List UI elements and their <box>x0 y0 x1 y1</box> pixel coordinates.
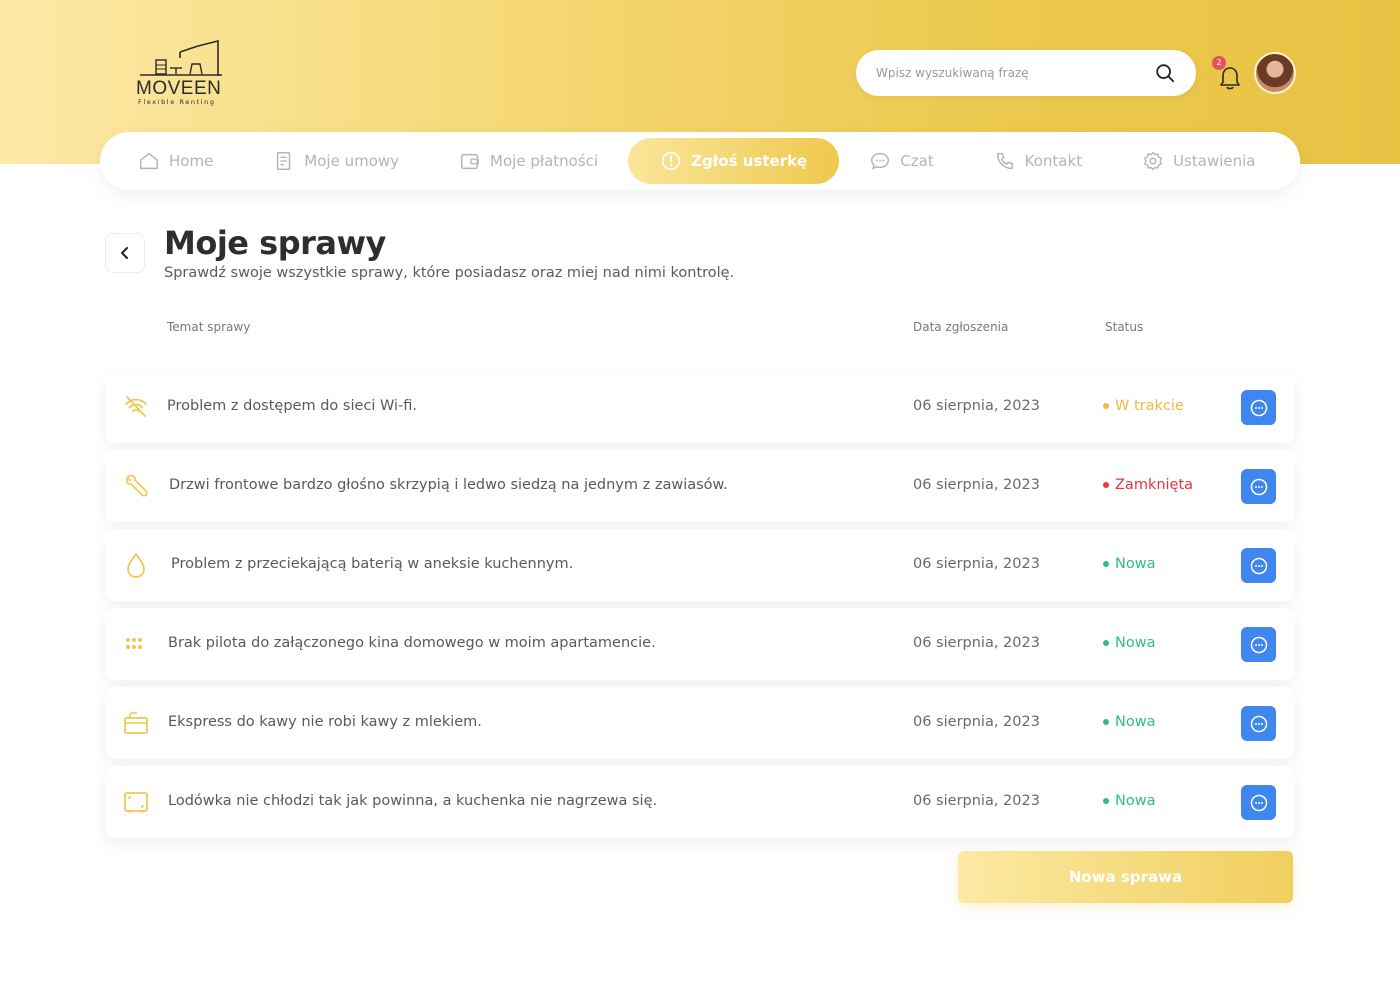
main-nav: Home Moje umowy Moje płatności Zgłoś ust… <box>100 132 1300 190</box>
chat-button[interactable] <box>1241 785 1276 820</box>
chat-button[interactable] <box>1241 469 1276 504</box>
phone-icon <box>996 152 1013 170</box>
nav-item-chat[interactable]: Czat <box>839 138 963 184</box>
row-date: 06 sierpnia, 2023 <box>913 635 1040 651</box>
table-row[interactable]: Lodówka nie chłodzi tak jak powinna, a k… <box>105 766 1295 838</box>
column-header-subject[interactable]: Temat sprawy <box>167 320 250 334</box>
brand-logo[interactable]: MOVEEN Flexible Renting <box>136 38 226 108</box>
nav-label: Ustawienia <box>1173 152 1256 170</box>
table-row[interactable]: Problem z dostępem do sieci Wi-fi. 06 si… <box>105 371 1295 443</box>
status-badge: Nowa <box>1103 714 1155 730</box>
back-button[interactable] <box>105 233 145 273</box>
remote-icon <box>126 638 142 649</box>
alert-icon <box>662 151 681 171</box>
chat-button[interactable] <box>1241 706 1276 741</box>
row-date: 06 sierpnia, 2023 <box>913 556 1040 572</box>
chat-icon <box>1250 478 1267 495</box>
status-badge: Nowa <box>1103 793 1155 809</box>
nav-label: Czat <box>900 152 934 170</box>
row-date: 06 sierpnia, 2023 <box>913 398 1040 414</box>
row-subject: Problem z dostępem do sieci Wi-fi. <box>167 398 418 414</box>
gear-icon <box>1144 151 1163 171</box>
wrench-icon <box>125 474 148 497</box>
nav-label: Moje umowy <box>304 152 400 170</box>
status-badge: Nowa <box>1103 556 1155 572</box>
status-badge: Zamknięta <box>1103 477 1193 493</box>
row-subject: Problem z przeciekającą baterią w aneksi… <box>171 556 574 572</box>
search-bar[interactable] <box>856 50 1196 96</box>
brand-name: MOVEEN <box>136 78 222 99</box>
document-icon <box>277 152 291 170</box>
table-row[interactable]: Drzwi frontowe bardzo głośno skrzypią i … <box>105 450 1295 522</box>
nav-item-contact[interactable]: Kontakt <box>964 138 1112 184</box>
chat-icon <box>1250 399 1267 416</box>
notification-badge: 2 <box>1212 56 1226 70</box>
table-row[interactable]: Problem z przeciekającą baterią w aneksi… <box>105 529 1295 601</box>
nav-item-home[interactable]: Home <box>108 138 243 184</box>
wifi-off-icon <box>125 396 147 417</box>
chat-icon <box>871 152 890 170</box>
column-header-status[interactable]: Status <box>1105 320 1143 334</box>
water-drop-icon <box>127 553 145 578</box>
chevron-left-icon <box>121 247 128 259</box>
nav-label: Moje płatności <box>490 152 599 170</box>
row-date: 06 sierpnia, 2023 <box>913 714 1040 730</box>
status-badge: W trakcie <box>1103 398 1184 414</box>
chat-icon <box>1250 557 1267 574</box>
status-badge: Nowa <box>1103 635 1155 651</box>
nav-item-report-issue[interactable]: Zgłoś usterkę <box>628 138 840 184</box>
table-row[interactable]: Ekspress do kawy nie robi kawy z mlekiem… <box>105 687 1295 759</box>
new-case-button[interactable]: Nowa sprawa <box>958 851 1293 903</box>
wallet-icon <box>461 153 479 170</box>
page-subtitle: Sprawdź swoje wszystkie sprawy, które po… <box>164 265 735 281</box>
row-subject: Brak pilota do załączonego kina domowego… <box>168 635 656 651</box>
nav-item-settings[interactable]: Ustawienia <box>1112 138 1285 184</box>
chat-button[interactable] <box>1241 548 1276 583</box>
search-icon[interactable] <box>1154 62 1176 84</box>
chat-icon <box>1250 794 1267 811</box>
nav-label: Kontakt <box>1024 152 1083 170</box>
fridge-icon <box>124 792 148 813</box>
nav-label: Zgłoś usterkę <box>691 152 808 170</box>
brand-tagline: Flexible Renting <box>138 98 216 106</box>
chat-button[interactable] <box>1241 627 1276 662</box>
row-date: 06 sierpnia, 2023 <box>913 477 1040 493</box>
nav-label: Home <box>169 152 214 170</box>
chat-icon <box>1250 636 1267 653</box>
home-icon <box>140 152 158 170</box>
avatar[interactable] <box>1254 52 1296 94</box>
page-title: Moje sprawy <box>164 224 386 262</box>
row-subject: Ekspress do kawy nie robi kawy z mlekiem… <box>168 714 482 730</box>
chat-icon <box>1250 715 1267 732</box>
chat-button[interactable] <box>1241 390 1276 425</box>
row-subject: Lodówka nie chłodzi tak jak powinna, a k… <box>168 793 658 809</box>
nav-item-contracts[interactable]: Moje umowy <box>243 138 429 184</box>
row-date: 06 sierpnia, 2023 <box>913 793 1040 809</box>
row-subject: Drzwi frontowe bardzo głośno skrzypią i … <box>169 477 728 493</box>
table-row[interactable]: Brak pilota do załączonego kina domowego… <box>105 608 1295 680</box>
coffee-machine-icon <box>124 712 148 734</box>
search-input[interactable] <box>876 66 1154 80</box>
nav-item-payments[interactable]: Moje płatności <box>429 138 628 184</box>
column-header-date[interactable]: Data zgłoszenia <box>913 320 1008 334</box>
logo-mark-icon <box>140 39 222 76</box>
